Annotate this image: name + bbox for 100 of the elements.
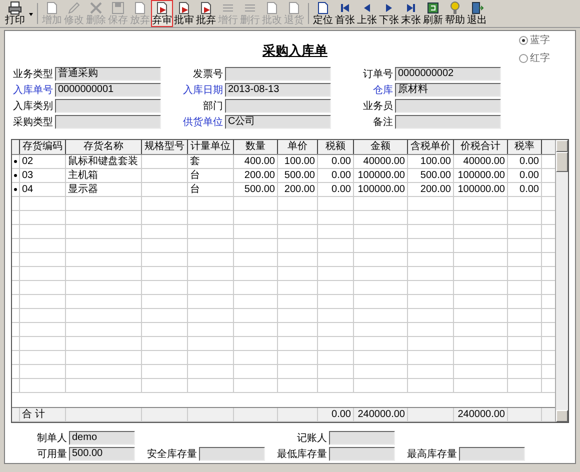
toolbar-button[interactable]: 首张 <box>334 0 356 27</box>
input-field[interactable] <box>225 99 331 113</box>
toolbar-button[interactable]: 下张 <box>378 0 400 27</box>
input-field[interactable] <box>55 99 161 113</box>
column-header[interactable]: 金额 <box>354 140 408 154</box>
radio-option[interactable]: 蓝字 <box>519 33 569 47</box>
document-icon <box>155 1 169 15</box>
table-cell: 100.00 <box>408 155 454 168</box>
input-field[interactable] <box>395 99 501 113</box>
table-cell: 200.00 <box>234 169 278 182</box>
radio-option[interactable]: 红字 <box>519 51 569 65</box>
column-header[interactable]: 存货名称 <box>66 140 142 154</box>
field-label: 最高库存量 <box>407 448 457 461</box>
input-field[interactable] <box>225 67 331 81</box>
table-cell: 100000.00 <box>354 169 408 182</box>
document-icon <box>177 1 191 15</box>
table-cell: 主机箱 <box>66 169 142 182</box>
form-title: 采购入库单 <box>262 42 328 59</box>
toolbar-button[interactable]: 打印 <box>2 0 28 27</box>
input-field[interactable] <box>199 447 265 461</box>
field-label: 部门 <box>203 100 223 113</box>
input-field[interactable] <box>55 115 161 129</box>
lightbulb-icon <box>448 1 462 15</box>
input-field[interactable]: demo <box>69 431 135 445</box>
field-label: 供货单位 <box>183 116 223 129</box>
input-field[interactable]: 普通采购 <box>55 67 161 81</box>
row-marker-icon <box>14 188 17 191</box>
toolbar-button[interactable]: 上张 <box>356 0 378 27</box>
input-field[interactable] <box>329 447 395 461</box>
field-label: 最低库存量 <box>277 448 327 461</box>
table-cell: 台 <box>188 169 234 182</box>
toolbar-button[interactable]: 批弃 <box>195 0 217 27</box>
table-cell: 显示器 <box>66 183 142 196</box>
input-field[interactable] <box>395 115 501 129</box>
field-label: 发票号 <box>193 68 223 81</box>
input-field[interactable]: 500.00 <box>69 447 135 461</box>
input-field[interactable] <box>459 447 525 461</box>
table-cell: 40000.00 <box>454 155 508 168</box>
total-cell: 0.00 <box>318 408 354 421</box>
column-header[interactable]: 单价 <box>278 140 318 154</box>
field-label: 入库类别 <box>13 100 53 113</box>
total-cell: 240000.00 <box>354 408 408 421</box>
field-label: 采购类型 <box>13 116 53 129</box>
table-cell: 0.00 <box>318 169 354 182</box>
toolbar-button[interactable]: 刷新 <box>422 0 444 27</box>
input-field[interactable]: 2013-08-13 <box>225 83 331 97</box>
column-header[interactable]: 税率 <box>508 140 542 154</box>
table-cell: 100.00 <box>278 155 318 168</box>
field-label: 安全库存量 <box>147 448 197 461</box>
field-label: 仓库 <box>373 84 393 97</box>
table-cell: 0.00 <box>508 169 542 182</box>
table-cell: 0.00 <box>318 183 354 196</box>
radio-icon[interactable] <box>519 54 528 62</box>
table-cell: 03 <box>20 169 66 182</box>
input-field[interactable]: 原材料 <box>395 83 501 97</box>
printer-icon <box>8 1 22 15</box>
refresh-icon <box>426 1 440 15</box>
total-cell: 240000.00 <box>454 408 508 421</box>
input-field[interactable]: C公司 <box>225 115 331 129</box>
exit-door-icon <box>470 1 484 15</box>
table-cell: 0.00 <box>508 183 542 196</box>
vertical-scrollbar[interactable] <box>555 140 568 422</box>
table-cell: 0.00 <box>508 155 542 168</box>
radio-icon[interactable] <box>519 36 528 44</box>
column-header[interactable]: 价税合计 <box>454 140 508 154</box>
table-cell: 500.00 <box>278 169 318 182</box>
column-header[interactable]: 计量单位 <box>188 140 234 154</box>
totals-label: 合 计 <box>20 408 66 421</box>
column-header[interactable]: 规格型号 <box>142 140 188 154</box>
toolbar-button[interactable]: 帮助 <box>444 0 466 27</box>
first-icon <box>338 1 352 15</box>
input-field[interactable]: 0000000002 <box>395 67 501 81</box>
table-cell: 鼠标和键盘套装 <box>66 155 142 168</box>
document-icon <box>316 1 330 15</box>
table-cell: 500.00 <box>234 183 278 196</box>
field-label: 入库单号 <box>13 84 53 97</box>
column-header[interactable]: 数量 <box>234 140 278 154</box>
row-marker-icon <box>14 160 17 163</box>
field-label: 记账人 <box>297 432 327 445</box>
document-icon <box>199 1 213 15</box>
table-cell: 500.00 <box>408 169 454 182</box>
toolbar-button[interactable]: 批审 <box>173 0 195 27</box>
toolbar-button[interactable]: 弃审 <box>151 0 173 27</box>
column-header[interactable]: 存货编码 <box>20 140 66 154</box>
field-label: 备注 <box>373 116 393 129</box>
last-icon <box>404 1 418 15</box>
table-cell: 40000.00 <box>354 155 408 168</box>
column-header[interactable]: 含税单价 <box>408 140 454 154</box>
table-cell: 100000.00 <box>354 183 408 196</box>
table-cell: 200.00 <box>278 183 318 196</box>
table-cell: 100000.00 <box>454 183 508 196</box>
toolbar-button[interactable]: 定位 <box>312 0 334 27</box>
table-cell: 04 <box>20 183 66 196</box>
input-field[interactable] <box>329 431 395 445</box>
field-label: 业务员 <box>363 100 393 113</box>
column-header[interactable]: 税额 <box>318 140 354 154</box>
toolbar-button[interactable]: 退出 <box>466 0 488 27</box>
table-cell: 200.00 <box>408 183 454 196</box>
toolbar-button[interactable]: 末张 <box>400 0 422 27</box>
input-field[interactable]: 0000000001 <box>55 83 161 97</box>
